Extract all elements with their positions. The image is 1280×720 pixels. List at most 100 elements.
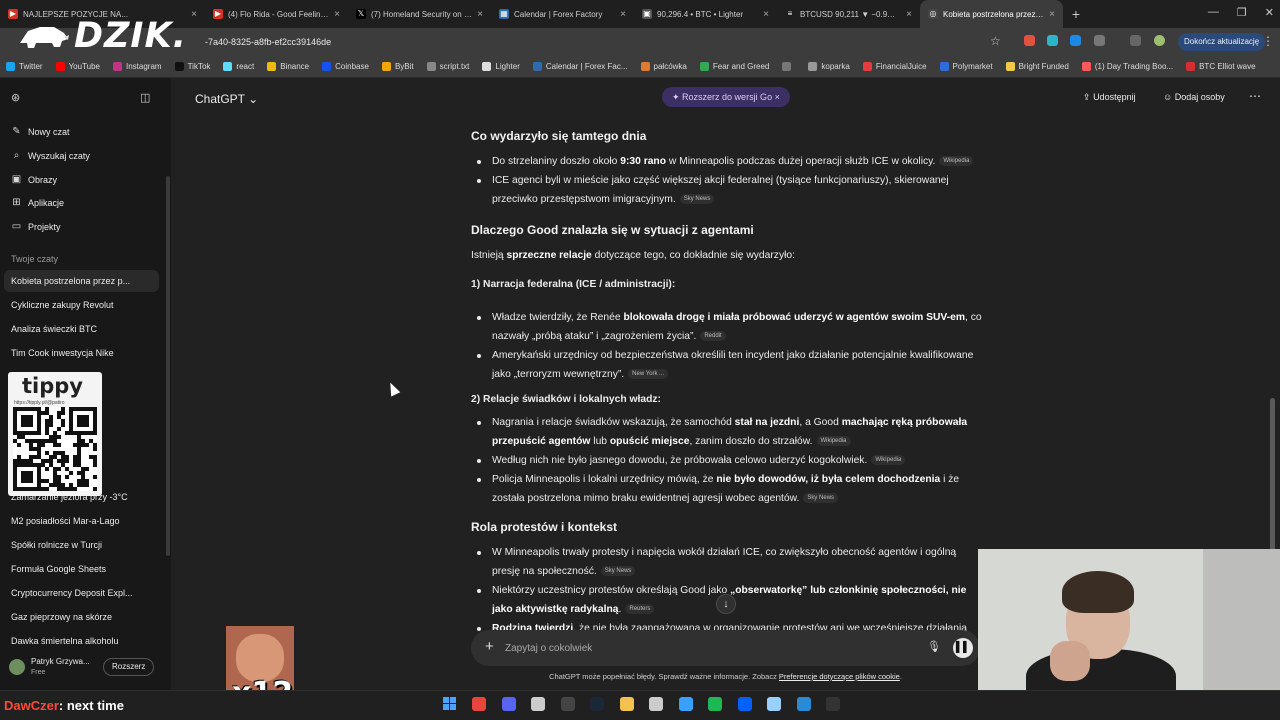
cookie-preferences-link[interactable]: Preferencje dotyczące plików cookie	[779, 672, 900, 681]
profile-avatar-icon[interactable]	[1154, 35, 1165, 46]
terminal-icon[interactable]	[826, 697, 840, 711]
chat-history-item[interactable]: Spółki rolnicze w Turcji	[4, 534, 159, 556]
source-citation-chip[interactable]: Wikipedia	[871, 455, 906, 466]
tab-close-icon[interactable]: ×	[763, 9, 769, 20]
bookmark-item[interactable]: pałcówka	[640, 62, 687, 71]
new-tab-button[interactable]: +	[1063, 6, 1089, 22]
browser-tab[interactable]: ▣ 90,296.4 • BTC • Lighter ×	[634, 0, 777, 28]
upgrade-button[interactable]: Rozszerz	[103, 658, 155, 676]
sidebar-item-wyszukaj-czaty[interactable]: ⌕ Wyszukaj czaty	[11, 150, 90, 161]
bookmark-star-icon[interactable]: ☆	[990, 34, 1001, 48]
discord-icon[interactable]	[501, 697, 516, 711]
tab-close-icon[interactable]: ×	[334, 9, 340, 20]
tab-search-icon[interactable]	[1130, 35, 1141, 46]
chat-history-item[interactable]: Kobieta postrzelona przez p...	[4, 270, 159, 292]
chat-history-item[interactable]: Gaz pieprzowy na skórze	[4, 606, 159, 628]
bookmark-item[interactable]: script.txt	[426, 62, 469, 71]
bookmark-item[interactable]: Polymarket	[939, 62, 993, 71]
extension-icon[interactable]	[1024, 35, 1035, 46]
extensions-puzzle-icon[interactable]	[1094, 35, 1105, 46]
chat-history-item[interactable]: Formuła Google Sheets	[4, 558, 159, 580]
source-citation-chip[interactable]: Sky News	[679, 194, 715, 205]
chat-history-item[interactable]: Analiza świeczki BTC	[4, 318, 159, 340]
bookmark-item[interactable]: Coinbase	[322, 62, 369, 71]
tab-close-icon[interactable]: ×	[906, 9, 912, 20]
avatar[interactable]	[9, 659, 25, 675]
bookmark-item[interactable]: Fear and Greed	[699, 62, 769, 71]
dropbox-icon[interactable]	[737, 697, 752, 711]
openai-logo-icon[interactable]: ⊛	[11, 91, 20, 104]
bookmark-item[interactable]: TikTok	[174, 62, 210, 71]
source-citation-chip[interactable]: Sky News	[600, 566, 636, 577]
tab-close-icon[interactable]: ×	[620, 9, 626, 20]
close-icon[interactable]: ×	[775, 92, 780, 102]
source-citation-chip[interactable]: Wikipedia	[816, 436, 851, 447]
ccleaner-icon[interactable]	[649, 697, 663, 711]
bookmark-item[interactable]: YouTube	[55, 62, 100, 71]
maximize-button[interactable]: ❐	[1237, 6, 1247, 19]
source-citation-chip[interactable]: Reddit	[700, 331, 726, 342]
chat-history-item[interactable]: Tim Cook inwestycja Nike	[4, 342, 159, 364]
chat-history-item[interactable]: Cykliczne zakupy Revolut	[4, 294, 159, 316]
browser-menu-icon[interactable]: ⋮	[1262, 34, 1274, 48]
sidebar-item-obrazy[interactable]: ▣ Obrazy	[11, 174, 57, 185]
spotify-icon[interactable]	[708, 697, 722, 711]
bookmark-item[interactable]: ByBit	[381, 62, 414, 71]
more-options-icon[interactable]: ⋯	[1249, 89, 1261, 103]
folder-icon[interactable]	[619, 697, 634, 711]
bookmark-item[interactable]: Instagram	[113, 62, 162, 71]
chrome-icon[interactable]	[472, 697, 486, 711]
obs-icon[interactable]	[560, 697, 575, 711]
source-citation-chip[interactable]: Sky News	[803, 493, 839, 504]
bookmark-item[interactable]	[782, 62, 795, 71]
tab-close-icon[interactable]: ×	[477, 9, 483, 20]
bookmark-item[interactable]: (1) Day Trading Boo...	[1081, 62, 1173, 71]
sidebar-item-projekty[interactable]: ▭ Projekty	[11, 221, 61, 232]
chat-history-item[interactable]: M2 posiadłości Mar-a-Lago	[4, 510, 159, 532]
tools-icon[interactable]	[678, 697, 693, 711]
bookmark-item[interactable]: koparka	[808, 62, 850, 71]
update-button[interactable]: Dokończ aktualizację	[1178, 33, 1266, 51]
source-citation-chip[interactable]: Wikipedia	[939, 156, 974, 167]
bookmark-item[interactable]: Calendar | Forex Fac...	[532, 62, 628, 71]
sidebar-scrollbar[interactable]	[166, 176, 170, 556]
user-profile[interactable]: Patryk Grzywa... Free Rozszerz	[0, 650, 171, 690]
windows-start-icon[interactable]	[443, 697, 457, 711]
browser-tab[interactable]: ◎ Kobieta postrzelona przez polic... ×	[920, 0, 1063, 28]
source-citation-chip[interactable]: Reuters	[625, 604, 655, 615]
model-selector[interactable]: ChatGPT ⌄	[195, 92, 258, 106]
bookmark-item[interactable]: BTC Elliot wave	[1186, 62, 1256, 71]
share-button[interactable]: ⇪ Udostępnij	[1083, 92, 1136, 103]
bookmark-item[interactable]: Bright Funded	[1005, 62, 1069, 71]
plus-icon[interactable]: +	[485, 638, 494, 655]
steam-icon[interactable]	[590, 697, 604, 711]
minimize-button[interactable]: —	[1208, 6, 1219, 19]
browser-tab[interactable]: ▦ Calendar | Forex Factory ×	[491, 0, 634, 28]
app-icon[interactable]	[531, 697, 545, 711]
sidebar-toggle-icon[interactable]: ◫	[140, 91, 150, 104]
voice-mode-button[interactable]: ▌▌	[953, 638, 973, 658]
microphone-icon[interactable]: 🎙	[927, 640, 941, 653]
upgrade-go-pill[interactable]: ✦ Rozszerz do wersji Go ×	[662, 87, 790, 107]
sidebar-item-aplikacje[interactable]: ⊞ Aplikacje	[11, 197, 64, 208]
browser-tab[interactable]: ≡ BTCUSD 90,211 ▼ −0.9% Bez na... ×	[777, 0, 920, 28]
browser-tab[interactable]: ▶ (4) Flo Rida - Good Feeling [Offic... ×	[205, 0, 348, 28]
chat-history-item[interactable]: Cryptocurrency Deposit Expl...	[4, 582, 159, 604]
bookmark-item[interactable]: FinancialJuice	[862, 62, 927, 71]
bookmark-item[interactable]: Twitter	[6, 62, 43, 71]
scroll-down-button[interactable]: ↓	[716, 594, 736, 614]
extension-icon[interactable]	[1070, 35, 1081, 46]
prompt-input[interactable]	[505, 640, 885, 656]
photos-icon[interactable]	[796, 697, 811, 711]
notepad-icon[interactable]	[767, 697, 781, 711]
bookmark-item[interactable]: Binance	[267, 62, 309, 71]
extension-icon[interactable]	[1047, 35, 1058, 46]
chat-history-item[interactable]: Dawka śmiertelna alkoholu	[4, 630, 159, 652]
add-people-button[interactable]: ☺ Dodaj osoby	[1163, 92, 1225, 102]
bookmark-item[interactable]: Lighter	[482, 62, 520, 71]
close-window-button[interactable]: ✕	[1265, 6, 1274, 19]
source-citation-chip[interactable]: New York ...	[628, 369, 669, 380]
browser-tab[interactable]: 𝕏 (7) Homeland Security on X: "Th... ×	[348, 0, 491, 28]
tab-close-icon[interactable]: ×	[1049, 9, 1055, 20]
bookmark-item[interactable]: react	[223, 62, 254, 71]
